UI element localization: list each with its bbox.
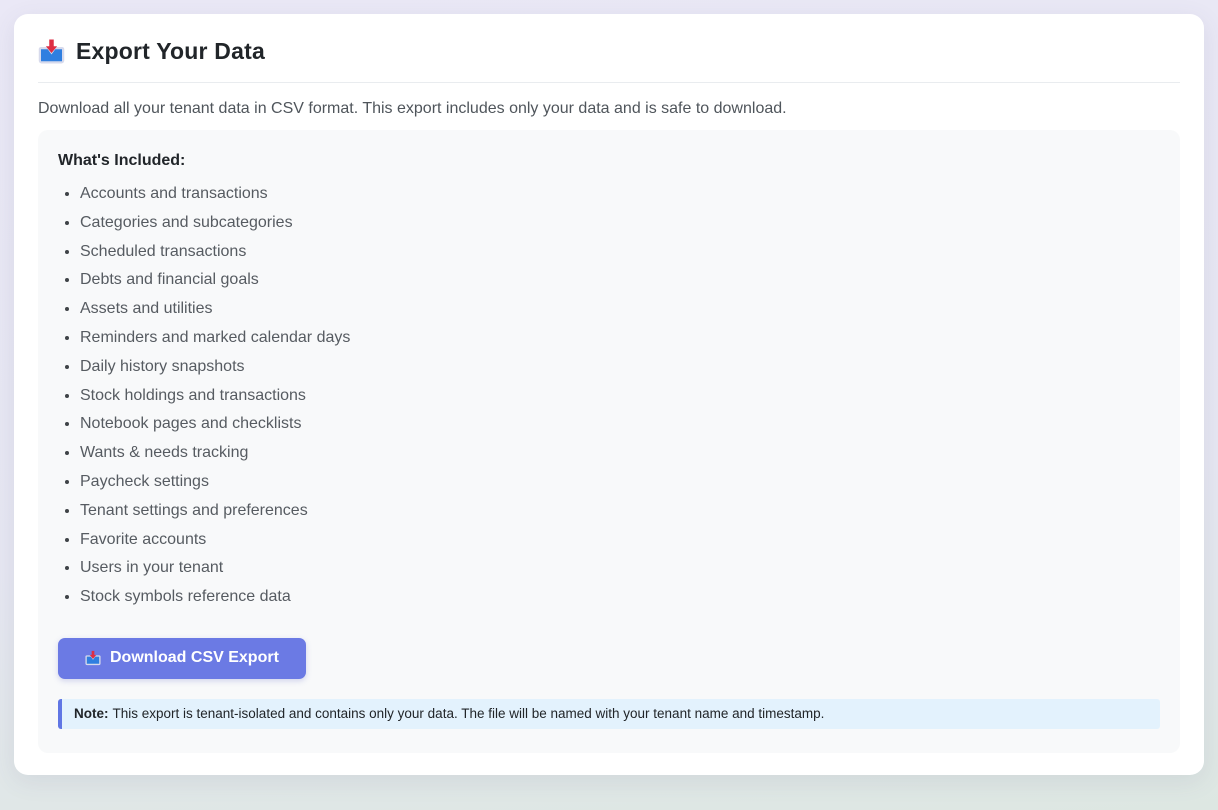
download-button-label: Download CSV Export — [110, 649, 279, 667]
list-item: Categories and subcategories — [80, 209, 1160, 238]
list-item: Assets and utilities — [80, 295, 1160, 324]
included-list: Accounts and transactionsCategories and … — [58, 180, 1160, 612]
list-item: Wants & needs tracking — [80, 439, 1160, 468]
page-title: Export Your Data — [76, 38, 265, 65]
list-item: Tenant settings and preferences — [80, 497, 1160, 526]
list-item: Stock symbols reference data — [80, 583, 1160, 612]
note-box: Note: This export is tenant-isolated and … — [58, 699, 1160, 729]
whats-included-panel: What's Included: Accounts and transactio… — [38, 130, 1180, 753]
list-item: Stock holdings and transactions — [80, 382, 1160, 411]
card-header: Export Your Data — [38, 38, 1180, 83]
whats-included-heading: What's Included: — [58, 152, 1160, 170]
note-text: This export is tenant-isolated and conta… — [113, 706, 825, 721]
inbox-tray-icon — [38, 38, 65, 65]
note-label: Note: — [74, 706, 109, 721]
list-item: Notebook pages and checklists — [80, 410, 1160, 439]
list-item: Accounts and transactions — [80, 180, 1160, 209]
list-item: Favorite accounts — [80, 526, 1160, 555]
list-item: Daily history snapshots — [80, 353, 1160, 382]
list-item: Debts and financial goals — [80, 266, 1160, 295]
list-item: Reminders and marked calendar days — [80, 324, 1160, 353]
list-item: Users in your tenant — [80, 554, 1160, 583]
export-data-card: Export Your Data Download all your tenan… — [14, 14, 1204, 775]
export-description: Download all your tenant data in CSV for… — [38, 100, 1180, 118]
list-item: Paycheck settings — [80, 468, 1160, 497]
list-item: Scheduled transactions — [80, 238, 1160, 267]
download-csv-button[interactable]: Download CSV Export — [58, 638, 306, 679]
inbox-tray-icon — [85, 650, 101, 666]
